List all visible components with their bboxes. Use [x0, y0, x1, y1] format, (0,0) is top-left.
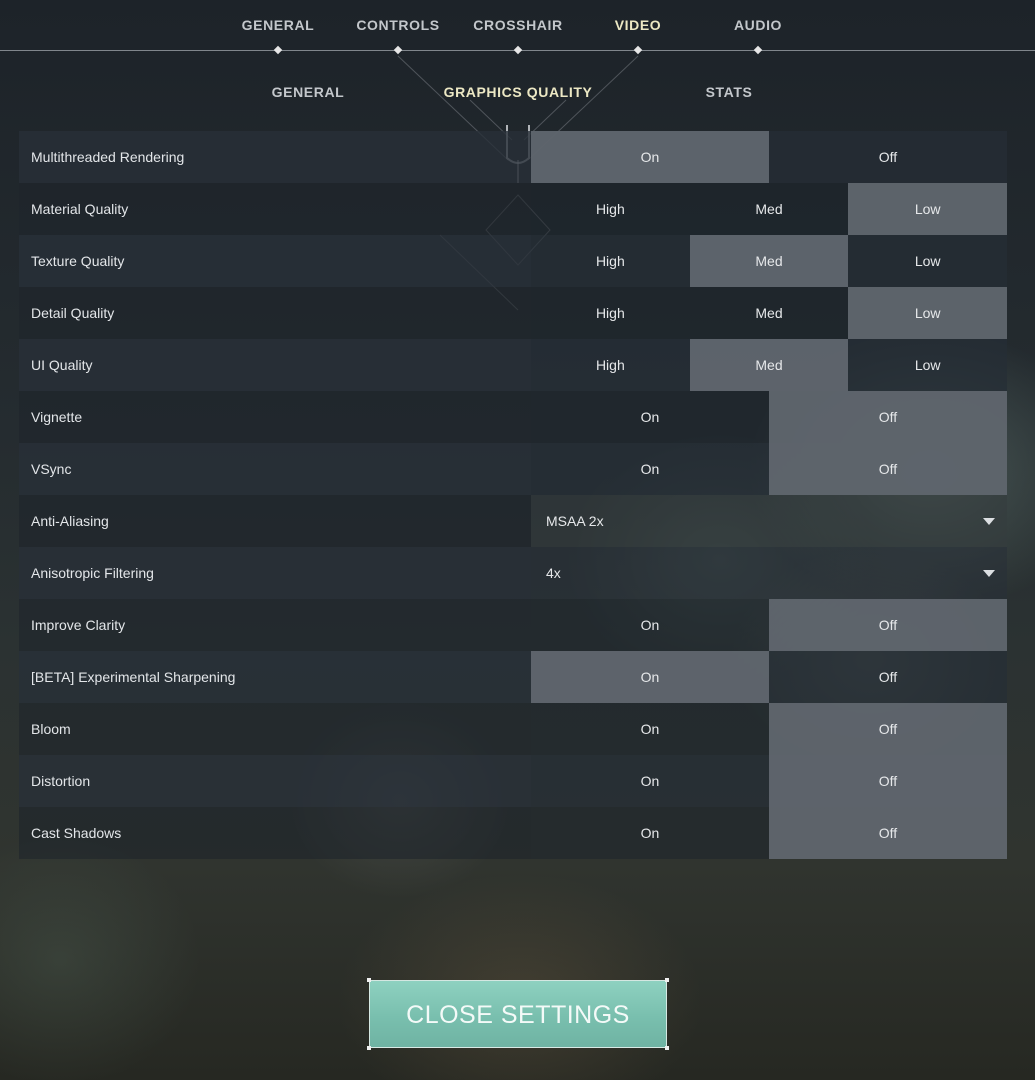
setting-label: Bloom — [31, 721, 71, 737]
option-on[interactable]: On — [531, 443, 769, 495]
button-corner-marker — [367, 978, 371, 982]
option-high[interactable]: High — [531, 183, 690, 235]
setting-label: Distortion — [31, 773, 91, 789]
multithreaded-rendering-options: On Off — [531, 131, 1007, 183]
option-on-selected[interactable]: On — [531, 651, 769, 703]
setting-row-vignette: Vignette On Off — [19, 391, 1007, 443]
close-settings-button[interactable]: CLOSE SETTINGS — [367, 978, 669, 1050]
vignette-options: On Off — [531, 391, 1007, 443]
anisotropic-filtering-dropdown[interactable]: 4x — [531, 547, 1007, 599]
option-off[interactable]: Off — [769, 651, 1007, 703]
improve-clarity-options: On Off — [531, 599, 1007, 651]
option-on[interactable]: On — [531, 703, 769, 755]
option-off-selected[interactable]: Off — [769, 599, 1007, 651]
setting-row-anisotropic-filtering: Anisotropic Filtering 4x — [19, 547, 1007, 599]
setting-label: Texture Quality — [31, 253, 125, 269]
anti-aliasing-dropdown[interactable]: MSAA 2x — [531, 495, 1007, 547]
option-low[interactable]: Low — [848, 235, 1007, 287]
beta-experimental-sharpening-options: On Off — [531, 651, 1007, 703]
button-corner-marker — [665, 978, 669, 982]
setting-row-texture-quality: Texture Quality High Med Low — [19, 235, 1007, 287]
ui-quality-options: High Med Low — [531, 339, 1007, 391]
setting-row-improve-clarity: Improve Clarity On Off — [19, 599, 1007, 651]
option-on-selected[interactable]: On — [531, 131, 769, 183]
setting-label: Material Quality — [31, 201, 129, 217]
subtab-stats[interactable]: STATS — [706, 84, 753, 100]
option-off-selected[interactable]: Off — [769, 703, 1007, 755]
option-on[interactable]: On — [531, 807, 769, 859]
setting-label: [BETA] Experimental Sharpening — [31, 669, 236, 685]
setting-label: UI Quality — [31, 357, 93, 373]
setting-label: Vignette — [31, 409, 83, 425]
option-on[interactable]: On — [531, 599, 769, 651]
distortion-options: On Off — [531, 755, 1007, 807]
setting-row-ui-quality: UI Quality High Med Low — [19, 339, 1007, 391]
option-on[interactable]: On — [531, 755, 769, 807]
option-med-selected[interactable]: Med — [689, 235, 849, 287]
option-low-selected[interactable]: Low — [848, 183, 1008, 235]
caret-down-icon — [983, 518, 995, 525]
option-high[interactable]: High — [531, 287, 690, 339]
setting-row-anti-aliasing: Anti-Aliasing MSAA 2x — [19, 495, 1007, 547]
dropdown-value: 4x — [546, 565, 561, 581]
option-off[interactable]: Off — [769, 131, 1007, 183]
detail-quality-options: High Med Low — [531, 287, 1008, 339]
option-on[interactable]: On — [531, 391, 769, 443]
setting-row-multithreaded-rendering: Multithreaded Rendering On Off — [19, 131, 1007, 183]
setting-label: Multithreaded Rendering — [31, 149, 185, 165]
setting-row-detail-quality: Detail Quality High Med Low — [19, 287, 1008, 339]
setting-label: Anisotropic Filtering — [31, 565, 154, 581]
cast-shadows-options: On Off — [531, 807, 1007, 859]
option-low[interactable]: Low — [848, 339, 1007, 391]
option-low-selected[interactable]: Low — [848, 287, 1008, 339]
setting-row-material-quality: Material Quality High Med Low — [19, 183, 1008, 235]
setting-row-cast-shadows: Cast Shadows On Off — [19, 807, 1007, 859]
setting-label: Improve Clarity — [31, 617, 126, 633]
button-corner-marker — [367, 1046, 371, 1050]
texture-quality-options: High Med Low — [531, 235, 1007, 287]
option-high[interactable]: High — [531, 339, 690, 391]
dropdown-value: MSAA 2x — [546, 513, 604, 529]
setting-label: Cast Shadows — [31, 825, 122, 841]
setting-row-bloom: Bloom On Off — [19, 703, 1007, 755]
setting-row-vsync: VSync On Off — [19, 443, 1007, 495]
option-off-selected[interactable]: Off — [769, 391, 1007, 443]
option-med-selected[interactable]: Med — [689, 339, 849, 391]
subtab-graphics-quality[interactable]: GRAPHICS QUALITY — [444, 84, 593, 100]
setting-label: Anti-Aliasing — [31, 513, 109, 529]
bloom-options: On Off — [531, 703, 1007, 755]
setting-row-distortion: Distortion On Off — [19, 755, 1007, 807]
material-quality-options: High Med Low — [531, 183, 1008, 235]
option-off-selected[interactable]: Off — [769, 755, 1007, 807]
vsync-options: On Off — [531, 443, 1007, 495]
graphics-settings-list: Multithreaded Rendering On Off Material Qua… — [19, 131, 1008, 859]
setting-label: Detail Quality — [31, 305, 115, 321]
option-off-selected[interactable]: Off — [769, 443, 1007, 495]
option-high[interactable]: High — [531, 235, 690, 287]
option-off-selected[interactable]: Off — [769, 807, 1007, 859]
option-med[interactable]: Med — [690, 183, 849, 235]
caret-down-icon — [983, 570, 995, 577]
option-med[interactable]: Med — [690, 287, 849, 339]
subtab-general[interactable]: GENERAL — [272, 84, 345, 100]
setting-row-beta-experimental-sharpening: [BETA] Experimental Sharpening On Off — [19, 651, 1007, 703]
close-settings-label: CLOSE SETTINGS — [406, 1001, 630, 1029]
button-corner-marker — [665, 1046, 669, 1050]
setting-label: VSync — [31, 461, 72, 477]
